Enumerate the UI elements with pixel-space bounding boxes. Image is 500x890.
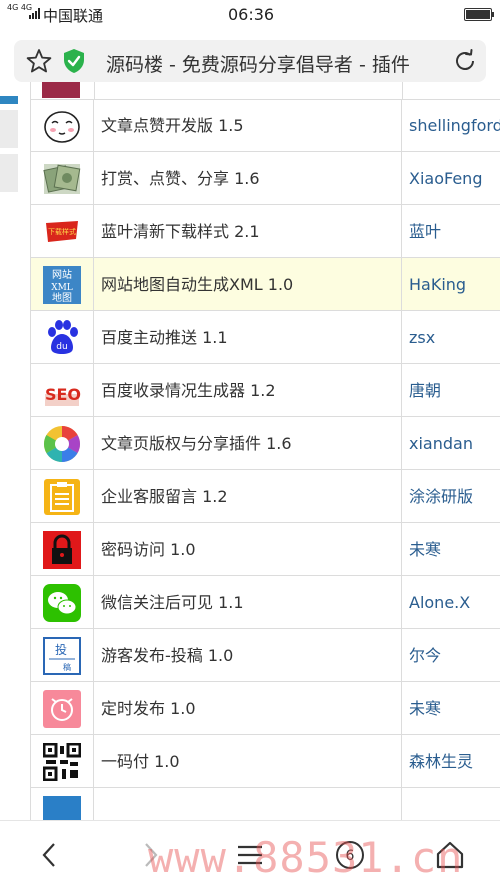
qr-code-icon [43, 743, 81, 781]
plugin-name [94, 788, 402, 820]
table-row[interactable]: 文章点赞开发版 1.5 shellingford [30, 99, 500, 152]
plugin-name[interactable]: 百度收录情况生成器 1.2 [94, 364, 402, 416]
table-row[interactable]: 微信关注后可见 1.1 Alone.X [30, 576, 500, 629]
icon-cell [30, 788, 94, 820]
icon-cell [30, 682, 94, 734]
plugin-author[interactable]: HaKing [402, 258, 500, 310]
signal-icon [29, 8, 40, 19]
plugin-name[interactable]: 密码访问 1.0 [94, 523, 402, 575]
edge-accent [0, 96, 18, 104]
plugin-author[interactable]: shellingford [402, 99, 500, 151]
svg-text:地图: 地图 [52, 291, 72, 304]
seo-icon: SEO [45, 385, 81, 406]
plugin-name[interactable]: 定时发布 1.0 [94, 682, 402, 734]
table-row[interactable]: du 百度主动推送 1.1 zsx [30, 311, 500, 364]
plugin-name[interactable]: 一码付 1.0 [94, 735, 402, 787]
status-bar: 4G 4G 中国联通 06:36 [0, 0, 500, 28]
carrier-name: 中国联通 [43, 7, 104, 25]
plugin-name[interactable]: 微信关注后可见 1.1 [94, 576, 402, 628]
alarm-clock-icon [43, 690, 81, 728]
edge-block [0, 110, 18, 148]
table-row[interactable]: 网站 XML 地图 网站地图自动生成XML 1.0 HaKing [30, 258, 500, 311]
sitemap-icon: 网站 XML 地图 [43, 266, 81, 304]
reload-icon[interactable] [452, 48, 478, 74]
icon-cell: 网站 XML 地图 [30, 258, 94, 310]
bookmark-star-icon[interactable] [26, 48, 52, 74]
plugin-author[interactable]: 蓝叶 [402, 205, 500, 257]
plugin-author[interactable]: 尔今 [402, 629, 500, 681]
plugin-author[interactable]: zsx [402, 311, 500, 363]
svg-text:下载样式: 下载样式 [48, 227, 76, 236]
color-wheel-icon [43, 426, 81, 462]
clock: 06:36 [228, 5, 275, 24]
plugin-author[interactable]: xiandan [402, 417, 500, 469]
table-row[interactable]: 企业客服留言 1.2 涂涂研版 [30, 470, 500, 523]
plugin-author [402, 788, 500, 820]
svg-text:SEO: SEO [45, 385, 81, 404]
plugin-name[interactable]: 企业客服留言 1.2 [94, 470, 402, 522]
icon-cell: 下载样式 [30, 205, 94, 257]
svg-text:网站: 网站 [52, 268, 72, 281]
money-icon [43, 164, 81, 194]
plugin-name[interactable]: 网站地图自动生成XML 1.0 [94, 258, 402, 310]
battery-icon [464, 8, 494, 21]
page-left-edge [0, 82, 18, 820]
security-shield-icon[interactable] [62, 48, 86, 74]
icon-cell [30, 99, 94, 151]
table-row[interactable]: 一码付 1.0 森林生灵 [30, 735, 500, 788]
edge-block [0, 154, 18, 192]
address-bar[interactable]: 源码楼 - 免费源码分享倡导者 - 插件 [14, 40, 486, 82]
table-row-partial [30, 788, 500, 820]
plugin-author[interactable]: 唐朝 [402, 364, 500, 416]
lock-icon [43, 531, 81, 569]
icon-cell [30, 417, 94, 469]
svg-text:du: du [56, 342, 67, 352]
plugin-name[interactable]: 百度主动推送 1.1 [94, 311, 402, 363]
plugin-author[interactable]: 未寒 [402, 523, 500, 575]
table-row[interactable]: 投 稿 游客发布-投稿 1.0 尔今 [30, 629, 500, 682]
plugin-name[interactable]: 文章点赞开发版 1.5 [94, 99, 402, 151]
icon-cell [30, 152, 94, 204]
plugin-name[interactable]: 蓝叶清新下载样式 2.1 [94, 205, 402, 257]
table-row[interactable]: 打赏、点赞、分享 1.6 XiaoFeng [30, 152, 500, 205]
download-banner-icon: 下载样式 [46, 221, 78, 242]
plugin-name[interactable]: 打赏、点赞、分享 1.6 [94, 152, 402, 204]
svg-text:投: 投 [55, 642, 67, 657]
icon-cell: 投 稿 [30, 629, 94, 681]
watermark: www.88531.cn [148, 833, 464, 882]
face-sticker-icon [44, 111, 80, 143]
plugin-author[interactable]: 涂涂研版 [402, 470, 500, 522]
plugin-author[interactable]: 未寒 [402, 682, 500, 734]
plugin-table: 文章点赞开发版 1.5 shellingford 打赏、点赞、分享 1.6 Xi… [30, 82, 500, 820]
table-row[interactable]: 定时发布 1.0 未寒 [30, 682, 500, 735]
icon-cell: SEO [30, 364, 94, 416]
plugin-icon [42, 82, 80, 98]
table-row-partial [30, 82, 500, 100]
icon-cell [30, 470, 94, 522]
back-icon[interactable] [34, 839, 66, 871]
plugin-name[interactable]: 文章页版权与分享插件 1.6 [94, 417, 402, 469]
icon-cell [30, 523, 94, 575]
icon-cell: du [30, 311, 94, 363]
svg-text:XML: XML [51, 283, 73, 293]
plugin-author[interactable]: Alone.X [402, 576, 500, 628]
plugin-author[interactable]: XiaoFeng [402, 152, 500, 204]
svg-text:稿: 稿 [63, 662, 71, 672]
submit-draft-icon: 投 稿 [43, 637, 81, 675]
icon-cell [30, 735, 94, 787]
page-title[interactable]: 源码楼 - 免费源码分享倡导者 - 插件 [106, 50, 441, 77]
table-row[interactable]: SEO 百度收录情况生成器 1.2 唐朝 [30, 364, 500, 417]
plugin-author[interactable]: 森林生灵 [402, 735, 500, 787]
wechat-icon [43, 584, 81, 622]
icon-cell [30, 576, 94, 628]
table-row[interactable]: 下载样式 蓝叶清新下载样式 2.1 蓝叶 [30, 205, 500, 258]
plugin-icon [43, 796, 81, 820]
baidu-paw-icon: du [48, 320, 78, 354]
table-row[interactable]: 密码访问 1.0 未寒 [30, 523, 500, 576]
clipboard-icon [44, 479, 80, 515]
plugin-name[interactable]: 游客发布-投稿 1.0 [94, 629, 402, 681]
table-row[interactable]: 文章页版权与分享插件 1.6 xiandan [30, 417, 500, 470]
